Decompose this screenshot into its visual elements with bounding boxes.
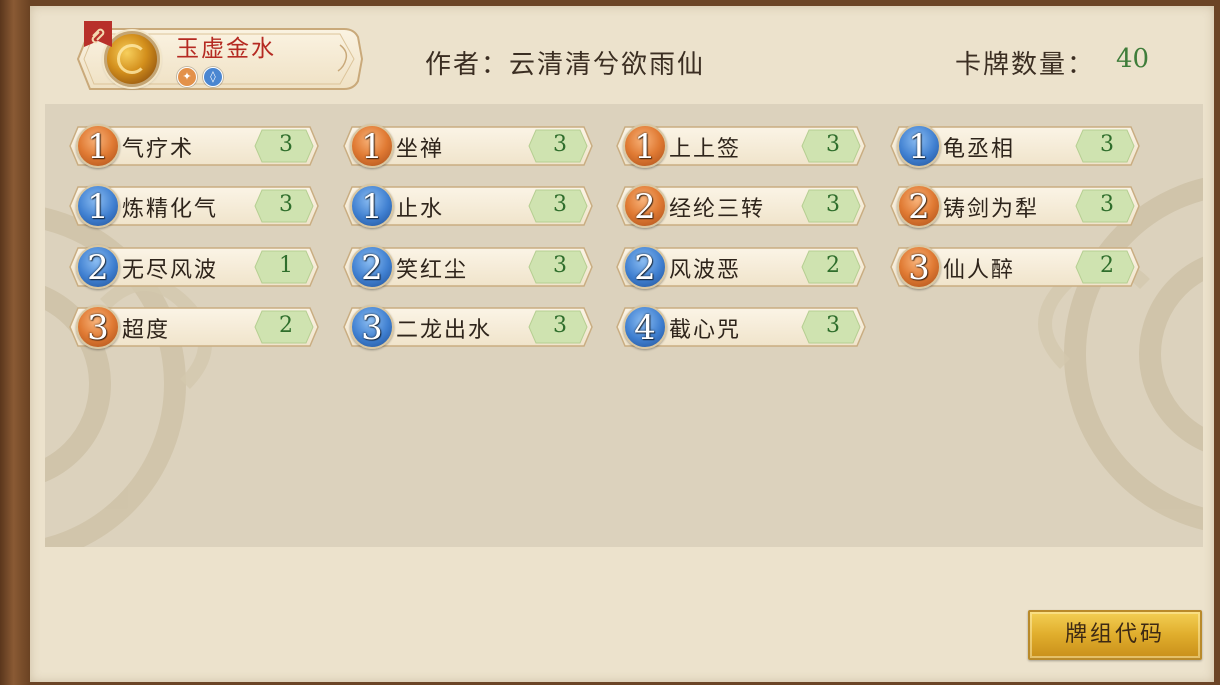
water-element-icon: ◊ (203, 67, 223, 87)
card-name: 铸剑为犁 (943, 197, 1040, 222)
card-copies-count: 3 (279, 132, 293, 157)
card-name: 龟丞相 (943, 137, 1016, 162)
card-copies-count: 3 (553, 132, 567, 157)
card-name: 炼精化气 (122, 197, 219, 222)
card-item[interactable]: 1 气疗术 3 (66, 124, 322, 168)
card-copies-count: 2 (1100, 253, 1114, 278)
card-cost-badge: 1 (350, 124, 394, 168)
card-cost-badge: 1 (76, 124, 120, 168)
card-copies-count: 1 (279, 253, 293, 278)
card-cost-badge: 1 (350, 184, 394, 228)
card-item[interactable]: 3 仙人醉 2 (887, 245, 1143, 289)
card-name: 仙人醉 (943, 258, 1016, 283)
card-item[interactable]: 2 铸剑为犁 3 (887, 184, 1143, 228)
card-name: 止水 (396, 197, 445, 222)
card-item[interactable]: 1 龟丞相 3 (887, 124, 1143, 168)
card-item[interactable]: 2 无尽风波 1 (66, 245, 322, 289)
card-name: 超度 (122, 318, 171, 343)
card-cost-badge: 2 (350, 245, 394, 289)
card-cost-badge: 3 (897, 245, 941, 289)
card-cost-badge: 2 (623, 184, 667, 228)
card-cost-badge: 1 (76, 184, 120, 228)
card-cost-badge: 2 (76, 245, 120, 289)
card-copies-count: 3 (1100, 132, 1114, 157)
card-item[interactable]: 2 笑红尘 3 (340, 245, 596, 289)
card-item[interactable]: 1 炼精化气 3 (66, 184, 322, 228)
deck-badge[interactable]: 玉虚金水 ✦ ◊ (68, 21, 364, 95)
card-name: 二龙出水 (396, 318, 493, 343)
card-name: 上上签 (669, 137, 742, 162)
card-copies-count: 3 (553, 192, 567, 217)
card-copies-count: 3 (826, 132, 840, 157)
card-copies-count: 2 (826, 253, 840, 278)
card-item[interactable]: 2 风波恶 2 (613, 245, 869, 289)
card-copies-count: 2 (279, 313, 293, 338)
frame-left-edge (0, 0, 30, 685)
deck-code-label: 牌组代码 (1064, 622, 1165, 647)
card-cost-badge: 3 (76, 305, 120, 349)
card-cost-badge: 3 (350, 305, 394, 349)
card-item[interactable]: 3 超度 2 (66, 305, 322, 349)
card-item[interactable]: 4 截心咒 3 (613, 305, 869, 349)
card-cost-badge: 2 (897, 184, 941, 228)
card-name: 风波恶 (669, 258, 742, 283)
author-label: 作者：云清清兮欲雨仙 (425, 50, 706, 80)
card-cost-badge: 4 (623, 305, 667, 349)
card-item[interactable]: 1 坐禅 3 (340, 124, 596, 168)
card-item[interactable]: 2 经纶三转 3 (613, 184, 869, 228)
card-count-label: 卡牌数量： (955, 50, 1096, 80)
card-item[interactable]: 1 止水 3 (340, 184, 596, 228)
link-icon[interactable] (82, 21, 114, 53)
card-name: 笑红尘 (396, 258, 469, 283)
card-name: 截心咒 (669, 318, 742, 343)
card-count-value: 40 (1116, 44, 1150, 74)
card-cost-badge: 2 (623, 245, 667, 289)
deck-code-button[interactable]: 牌组代码 (1028, 610, 1202, 660)
card-cost-badge: 1 (897, 124, 941, 168)
card-name: 坐禅 (396, 137, 445, 162)
card-cost-badge: 1 (623, 124, 667, 168)
card-copies-count: 3 (553, 313, 567, 338)
card-name: 经纶三转 (669, 197, 766, 222)
card-copies-count: 3 (553, 253, 567, 278)
card-copies-count: 3 (826, 192, 840, 217)
card-copies-count: 3 (826, 313, 840, 338)
deck-name: 玉虚金水 (176, 36, 276, 62)
card-copies-count: 3 (1100, 192, 1114, 217)
card-copies-count: 3 (279, 192, 293, 217)
card-name: 无尽风波 (122, 258, 219, 283)
card-item[interactable]: 1 上上签 3 (613, 124, 869, 168)
metal-element-icon: ✦ (177, 67, 197, 87)
card-item[interactable]: 3 二龙出水 3 (340, 305, 596, 349)
card-name: 气疗术 (122, 137, 195, 162)
